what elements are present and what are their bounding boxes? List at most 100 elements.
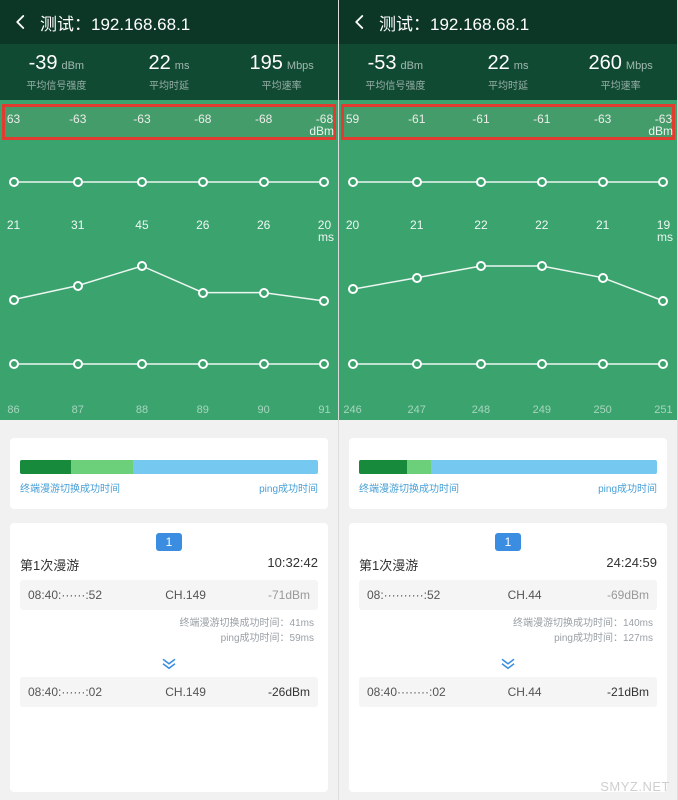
- chart-marker: [412, 359, 422, 369]
- chart-signal-unit: dBm: [309, 124, 334, 138]
- chart-x-tick: 89: [197, 404, 209, 416]
- chart-marker: [598, 359, 608, 369]
- chart-marker: [9, 359, 19, 369]
- roam-card: 1 第1次漫游 10:32:42 08:40:······:52 CH.149 …: [10, 523, 328, 792]
- stat-item: 22ms 平均时延: [113, 52, 226, 92]
- roam-badge-row: 1: [359, 533, 657, 551]
- chart-x-tick: 250: [593, 404, 611, 416]
- roam-mac: 08:··········:52: [367, 588, 483, 602]
- timeline-label-right: ping成功时间: [259, 480, 318, 495]
- roam-badge: 1: [495, 533, 522, 551]
- page-title: 测试：192.168.68.1: [40, 10, 190, 35]
- chart-marker: [319, 296, 329, 306]
- chart-marker: [259, 359, 269, 369]
- stat-value: -53: [368, 52, 397, 74]
- chart-area[interactable]: 59-61-61-61-63-63dBm202122222119ms246247…: [339, 100, 677, 420]
- perf-switch-label: 终端漫游切换成功时间：: [513, 618, 623, 629]
- chart-latency-label: 21: [7, 218, 20, 232]
- roam-row[interactable]: 08:40········:02 CH.44 -21dBm: [359, 677, 657, 707]
- chart-x-tick: 251: [654, 404, 672, 416]
- back-icon[interactable]: [351, 13, 369, 31]
- perf-ping-value: 127ms: [623, 633, 653, 644]
- roam-mac: 08:40:······:52: [28, 588, 144, 602]
- chart-area[interactable]: 63-63-63-68-68-68dBm213145262620ms868788…: [0, 100, 338, 420]
- chart-x-tick: 87: [72, 404, 84, 416]
- chart-x-tick: 86: [7, 404, 19, 416]
- chart-signal-label: 63: [7, 112, 20, 126]
- stat-item: 260Mbps 平均速率: [564, 52, 677, 92]
- stat-unit: ms: [175, 60, 190, 72]
- timeline-label-left: 终端漫游切换成功时间: [359, 480, 459, 495]
- chart-latency: 213145262620ms: [0, 206, 338, 318]
- chart-marker: [9, 177, 19, 187]
- roam-channel: CH.44: [483, 588, 566, 602]
- chart-x-tick: 249: [533, 404, 551, 416]
- chart-signal: 63-63-63-68-68-68dBm: [0, 100, 338, 206]
- expand-icon[interactable]: [20, 652, 318, 677]
- chart-x-tick: 88: [136, 404, 148, 416]
- roam-dbm: -71dBm: [227, 588, 310, 602]
- panel-left: 测试：192.168.68.1 -39dBm 平均信号强度 22ms 平均时延 …: [0, 0, 339, 800]
- chart-signal-label: 59: [346, 112, 359, 126]
- roam-row[interactable]: 08:40:······:52 CH.149 -71dBm: [20, 580, 318, 610]
- timeline-card: 终端漫游切换成功时间 ping成功时间: [10, 438, 328, 509]
- chart-latency-label: 22: [535, 218, 548, 232]
- perf-switch-value: 140ms: [623, 618, 653, 629]
- stat-item: -53dBm 平均信号强度: [339, 52, 452, 92]
- chart-marker: [137, 261, 147, 271]
- roam-row[interactable]: 08:40:······:02 CH.149 -26dBm: [20, 677, 318, 707]
- chart-marker: [476, 261, 486, 271]
- timeline-bar: [20, 460, 318, 474]
- stat-unit: ms: [514, 60, 529, 72]
- lower-section: 终端漫游切换成功时间 ping成功时间 1 第1次漫游 10:32:42 08:…: [0, 420, 338, 800]
- stat-caption: 平均时延: [113, 77, 226, 92]
- timeline-bar: [359, 460, 657, 474]
- timeline-seg-switch: [20, 460, 71, 474]
- chart-marker: [658, 177, 668, 187]
- chart-latency-unit: ms: [318, 230, 334, 244]
- chart-latency-label: 21: [596, 218, 609, 232]
- panel-right: 测试：192.168.68.1 -53dBm 平均信号强度 22ms 平均时延 …: [339, 0, 678, 800]
- stat-item: -39dBm 平均信号强度: [0, 52, 113, 92]
- timeline-seg-switch: [359, 460, 407, 474]
- roam-perf: 终端漫游切换成功时间：140ms ping成功时间：127ms: [359, 610, 657, 652]
- chart-marker: [348, 284, 358, 294]
- chart-signal-label: -61: [408, 112, 425, 126]
- roam-dbm: -69dBm: [566, 588, 649, 602]
- roam-channel: CH.44: [483, 685, 566, 699]
- timeline-seg-ping: [71, 460, 134, 474]
- chart-latency-label: 26: [196, 218, 209, 232]
- stat-caption: 平均信号强度: [0, 77, 113, 92]
- chart-marker: [319, 177, 329, 187]
- roam-dbm: -26dBm: [227, 685, 310, 699]
- chart-marker: [412, 177, 422, 187]
- chart-signal-label: -63: [133, 112, 150, 126]
- chart-marker: [537, 177, 547, 187]
- perf-ping-label: ping成功时间：: [554, 633, 623, 644]
- chart-marker: [348, 177, 358, 187]
- chart-latency-label: 20: [346, 218, 359, 232]
- timeline-label-left: 终端漫游切换成功时间: [20, 480, 120, 495]
- chart-signal-unit: dBm: [648, 124, 673, 138]
- chart-marker: [259, 177, 269, 187]
- chart-signal-label: -63: [594, 112, 611, 126]
- roam-title: 第1次漫游: [20, 555, 79, 574]
- stat-value: 195: [250, 52, 283, 74]
- stat-item: 195Mbps 平均速率: [225, 52, 338, 92]
- app-header: 测试：192.168.68.1: [0, 0, 338, 44]
- roam-badge: 1: [156, 533, 183, 551]
- chart-x-tick: 246: [343, 404, 361, 416]
- expand-icon[interactable]: [359, 652, 657, 677]
- chart-latency: 202122222119ms: [339, 206, 677, 318]
- roam-head: 第1次漫游 10:32:42: [20, 555, 318, 574]
- chart-latency-label: 21: [410, 218, 423, 232]
- roam-row[interactable]: 08:··········:52 CH.44 -69dBm: [359, 580, 657, 610]
- back-icon[interactable]: [12, 13, 30, 31]
- chart-marker: [598, 177, 608, 187]
- stats-bar: -39dBm 平均信号强度 22ms 平均时延 195Mbps 平均速率: [0, 44, 338, 100]
- timeline-card: 终端漫游切换成功时间 ping成功时间: [349, 438, 667, 509]
- chart-marker: [198, 288, 208, 298]
- roam-title: 第1次漫游: [359, 555, 418, 574]
- stat-unit: dBm: [400, 60, 423, 72]
- timeline-labels: 终端漫游切换成功时间 ping成功时间: [20, 480, 318, 495]
